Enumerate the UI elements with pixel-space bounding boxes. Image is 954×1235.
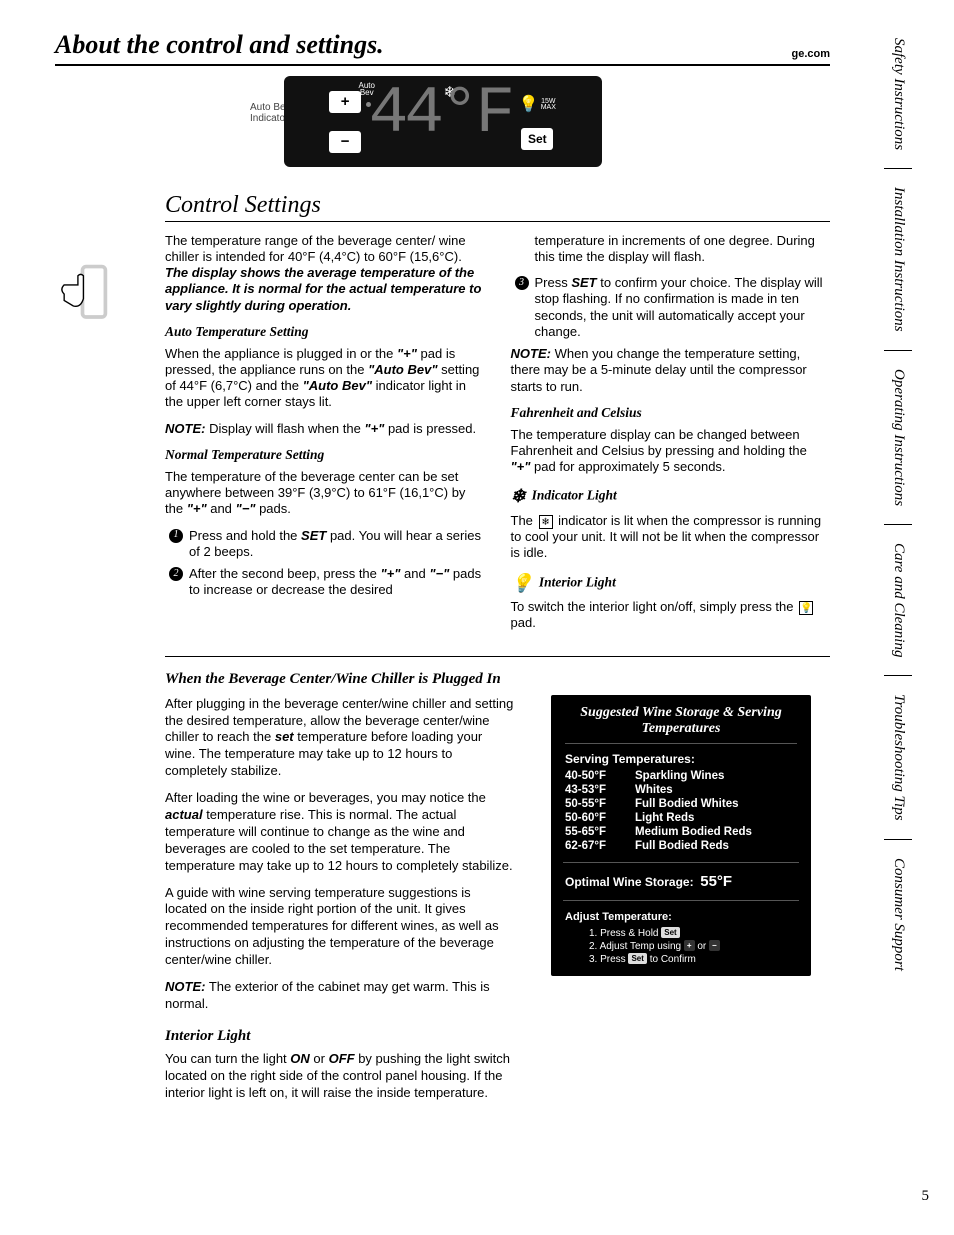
plus-key: +	[684, 940, 695, 951]
tab-care: Care and Cleaning	[884, 525, 912, 676]
wine-row: 50-60°FLight Reds	[565, 812, 797, 824]
adjust-heading: Adjust Temperature:	[565, 911, 797, 923]
heading-indicator: ❄Indicator Light	[511, 485, 831, 508]
wine-row: 43-53°FWhites	[565, 784, 797, 796]
step-2: 2After the second beep, press the "+" an…	[165, 566, 485, 599]
heading-plugged-in: When the Beverage Center/Wine Chiller is…	[165, 671, 830, 688]
heading-auto-temp: Auto Temperature Setting	[165, 324, 485, 341]
heading-normal-temp: Normal Temperature Setting	[165, 447, 485, 464]
fc-para: The temperature display can be changed b…	[511, 427, 831, 476]
side-tabs: Safety Instructions Installation Instruc…	[884, 20, 944, 989]
plus-button: +	[329, 91, 361, 113]
auto-para: When the appliance is plugged in or the …	[165, 346, 485, 411]
step-number-icon: 3	[515, 276, 529, 290]
set-key: Set	[628, 953, 646, 964]
heading-interior-light: 💡Interior Light	[511, 572, 831, 595]
page-number: 5	[922, 1188, 930, 1205]
wine-row: 62-67°FFull Bodied Reds	[565, 840, 797, 852]
step2-cont: temperature in increments of one degree.…	[535, 233, 831, 266]
set-key: Set	[661, 927, 679, 938]
plugged-p3: A guide with wine serving temperature su…	[165, 885, 515, 969]
control-panel-diagram: Auto Bev ❄ + − 44°F 💡15W MAX Set	[284, 76, 602, 167]
step-number-icon: 2	[169, 567, 183, 581]
light-icon: 💡	[799, 601, 813, 615]
tab-safety: Safety Instructions	[884, 20, 912, 169]
wine-row: 50-55°FFull Bodied Whites	[565, 798, 797, 810]
plugged-p2: After loading the wine or beverages, you…	[165, 790, 515, 874]
title-text: About the control and settings.	[55, 30, 384, 60]
auto-note: NOTE: Display will flash when the "+" pa…	[165, 421, 485, 437]
minus-button: −	[329, 131, 361, 153]
light-icon: 💡	[511, 573, 533, 593]
wine-row: 55-65°FMedium Bodied Reds	[565, 826, 797, 838]
wine-title: Suggested Wine Storage & Serving Tempera…	[565, 705, 797, 744]
interior-para: To switch the interior light on/off, sim…	[511, 599, 831, 632]
tab-installation: Installation Instructions	[884, 169, 912, 351]
site-url: ge.com	[791, 48, 830, 60]
step-3: 3Press SET to confirm your choice. The d…	[511, 275, 831, 340]
interior-light-para: You can turn the light ON or OFF by push…	[165, 1051, 515, 1102]
adjust-step-1: 1. Press & Hold Set	[589, 927, 797, 939]
tab-operating: Operating Instructions	[884, 351, 912, 525]
set-button: Set	[521, 128, 553, 150]
tab-troubleshooting: Troubleshooting Tips	[884, 676, 912, 840]
wine-row: 40-50°FSparkling Wines	[565, 770, 797, 782]
temp-note: NOTE: When you change the temperature se…	[511, 346, 831, 395]
watt-label: 15W MAX	[541, 99, 556, 112]
snowflake-icon: ❄	[511, 486, 526, 506]
hand-icon	[55, 262, 110, 329]
step-1: 1Press and hold the SET pad. You will he…	[165, 528, 485, 561]
temperature-display: 44°F	[369, 88, 511, 141]
plugged-note: NOTE: The exterior of the cabinet may ge…	[165, 979, 515, 1013]
heading-interior-light-2: Interior Light	[165, 1027, 515, 1047]
section-control-settings: Control Settings	[165, 192, 830, 222]
adjust-step-3: 3. Press Set to Confirm	[589, 953, 797, 965]
serving-heading: Serving Temperatures:	[565, 752, 797, 766]
minus-key: −	[709, 940, 720, 951]
wine-storage-guide: Suggested Wine Storage & Serving Tempera…	[551, 695, 811, 976]
plugged-p1: After plugging in the beverage center/wi…	[165, 696, 515, 780]
heading-fc: Fahrenheit and Celsius	[511, 405, 831, 422]
intro-para: The temperature range of the beverage ce…	[165, 233, 485, 314]
snowflake-icon: ❄	[539, 515, 553, 529]
optimal-row: Optimal Wine Storage: 55°F	[565, 873, 797, 890]
page-title: About the control and settings. ge.com	[55, 30, 830, 66]
light-icon: 💡	[519, 96, 539, 113]
indicator-para: The ❄ indicator is lit when the compress…	[511, 513, 831, 562]
tab-support: Consumer Support	[884, 840, 912, 989]
normal-para: The temperature of the beverage center c…	[165, 469, 485, 518]
step-number-icon: 1	[169, 529, 183, 543]
adjust-step-2: 2. Adjust Temp using + or −	[589, 940, 797, 952]
